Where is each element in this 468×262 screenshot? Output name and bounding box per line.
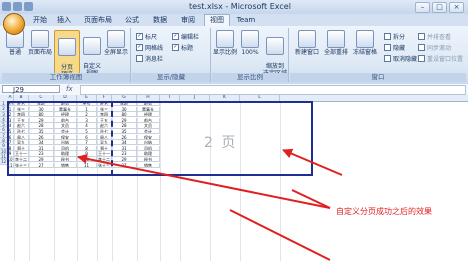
arrow-to-page-1 [77, 153, 331, 209]
annotation-arrows [77, 148, 343, 261]
arrow-continuation [291, 189, 331, 209]
arrow-lower [229, 209, 331, 261]
arrow-to-page-2 [282, 148, 343, 176]
annotation-text: 自定义分页成功之后的效果 [336, 207, 432, 216]
office-button[interactable] [3, 13, 25, 35]
